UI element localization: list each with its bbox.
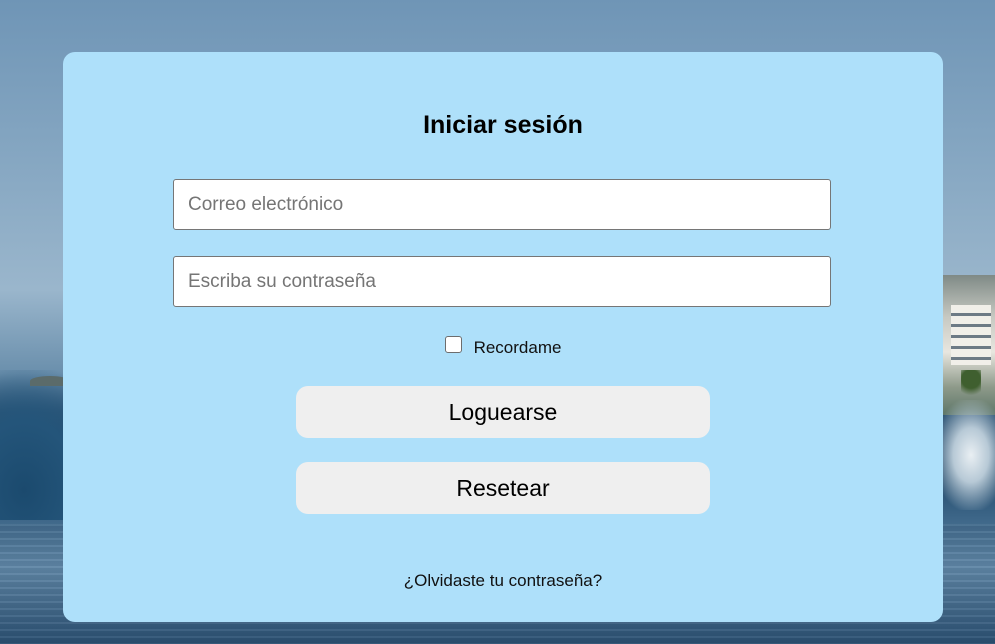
login-button[interactable]: Loguearse bbox=[296, 386, 710, 438]
login-card: Iniciar sesión Recordame Loguearse Reset… bbox=[63, 52, 943, 622]
remember-checkbox[interactable] bbox=[444, 335, 462, 353]
email-field[interactable] bbox=[173, 179, 831, 230]
remember-label[interactable]: Recordame bbox=[474, 338, 562, 358]
password-field[interactable] bbox=[173, 256, 831, 307]
remember-me: Recordame bbox=[63, 335, 943, 358]
reset-button[interactable]: Resetear bbox=[296, 462, 710, 514]
building bbox=[951, 305, 991, 365]
login-title: Iniciar sesión bbox=[423, 111, 583, 139]
forgot-password-link[interactable]: ¿Olvidaste tu contraseña? bbox=[63, 571, 943, 591]
palm-tree bbox=[961, 370, 981, 400]
wave-splash bbox=[935, 400, 995, 510]
